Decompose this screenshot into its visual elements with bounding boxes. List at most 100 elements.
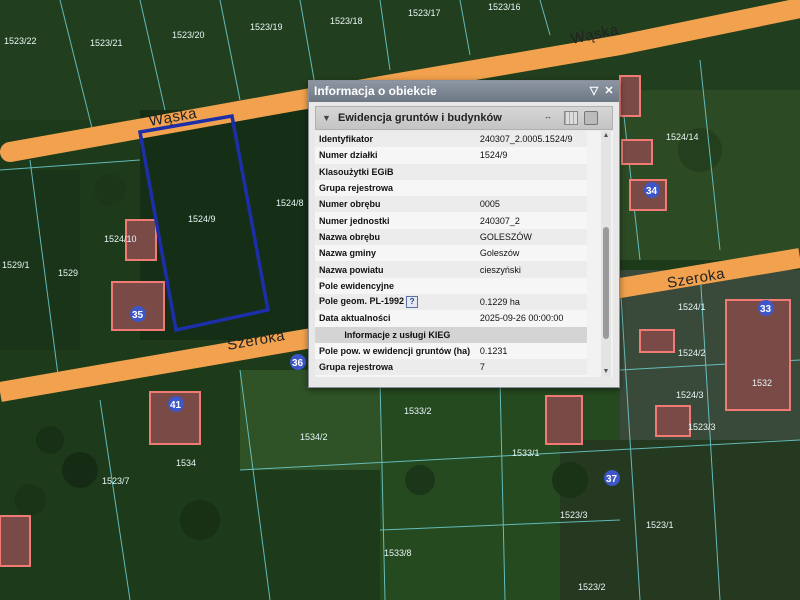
table-row: Numer działki 1524/9 [315, 147, 587, 164]
attribute-key: Grupa rejestrowa [315, 359, 476, 376]
building [639, 329, 675, 353]
close-icon[interactable]: ✕ [602, 81, 616, 102]
parcel-label: 1529/1 [2, 260, 30, 270]
parcel-label: 1523/22 [4, 36, 37, 46]
parcel-label: 1532 [752, 378, 772, 388]
info-window-title: Informacja o obiekcie [314, 84, 437, 98]
table-row: Numer obrębu 0005 [315, 196, 587, 213]
parcel-label: 1523/18 [330, 16, 363, 26]
table-view-icon[interactable] [564, 111, 578, 125]
parcel-label: 1523/20 [172, 30, 205, 40]
parcel-label: 1534 [176, 458, 196, 468]
parcel-label: 1524/8 [276, 198, 304, 208]
attribute-key: Pole geom. PL-1992? [315, 293, 476, 311]
attribute-value: GOLESZÓW [475, 228, 587, 246]
house-number: 37 [606, 474, 618, 485]
attribute-value: 7 [475, 359, 587, 376]
attribute-list[interactable]: Identyfikator 240307_2.0005.1524/9 Numer d… [315, 131, 613, 377]
table-row: Grupa rejestrowa 7 [315, 359, 587, 376]
attribute-value: 1524/9 [475, 147, 587, 164]
parcel-label: 1524/9 [188, 214, 216, 224]
scroll-down-icon[interactable]: ▼ [601, 367, 611, 377]
attribute-key: Numer jednostki [315, 212, 476, 229]
table-row: Nazwa gminy Goleszów [315, 245, 587, 262]
parcel-label: 1523/2 [578, 582, 606, 592]
scroll-up-icon[interactable]: ▲ [601, 131, 611, 141]
table-row: Oznaczenie konturuRIIIa [315, 375, 587, 377]
expand-icon[interactable]: ↔ [544, 111, 560, 123]
parcel-label: 1523/21 [90, 38, 123, 48]
parcel-label: 1523/7 [102, 476, 130, 486]
building [655, 405, 691, 437]
parcel-label: 1524/10 [104, 234, 137, 244]
table-row: Informacje z usługi KIEG [315, 326, 587, 343]
house-number: 35 [132, 310, 144, 321]
section-header[interactable]: ▼ Ewidencja gruntów i budynków ↔ [315, 106, 613, 130]
parcel-label: 1523/16 [488, 2, 521, 12]
house-number: 41 [170, 400, 182, 411]
table-row: Nazwa powiatu cieszyński [315, 261, 587, 278]
info-window-titlebar[interactable]: Informacja o obiekcie ▽ ✕ [309, 81, 619, 102]
table-row: Pole geom. PL-1992? 0.1229 ha [315, 293, 587, 311]
attribute-key: Informacje z usługi KIEG [315, 326, 476, 343]
attribute-value [475, 326, 587, 343]
attribute-key: Numer działki [315, 147, 476, 164]
table-row: Data aktualności 2025-09-26 00:00:00 [315, 310, 587, 327]
table-row: Identyfikator 240307_2.0005.1524/9 [315, 131, 587, 148]
attribute-key: Data aktualności [315, 310, 476, 327]
attribute-key: Klasoużytki EGiB [315, 163, 476, 180]
building [621, 139, 653, 165]
scrollbar-thumb[interactable] [603, 227, 609, 339]
parcel-label: 1523/17 [408, 8, 441, 18]
table-row: Nazwa obrębu GOLESZÓW [315, 228, 587, 246]
parcel-label: 1523/1 [646, 520, 674, 530]
attribute-key: Identyfikator [315, 131, 476, 148]
parcel-label: 1524/1 [678, 302, 706, 312]
attribute-value [475, 277, 587, 294]
building [545, 395, 583, 445]
parcel-label: 1529 [58, 268, 78, 278]
attribute-value: 240307_2 [475, 212, 587, 229]
house-number: 36 [292, 358, 304, 369]
parcel-label: 1533/1 [512, 448, 540, 458]
parcel-label: 1524/14 [666, 132, 699, 142]
attribute-value: 0.1229 ha [475, 293, 587, 311]
attribute-key: Grupa rejestrowa [315, 179, 476, 197]
attribute-value: 0.1231 [475, 342, 587, 360]
section-title: Ewidencja gruntów i budynków [338, 112, 502, 124]
parcel-label: 1524/2 [678, 348, 706, 358]
attribute-value [475, 179, 587, 197]
table-row: Klasoużytki EGiB [315, 163, 587, 180]
parcel-label: 1523/3 [560, 510, 588, 520]
help-icon[interactable]: ? [406, 296, 419, 309]
attribute-value: 240307_2.0005.1524/9 [475, 131, 587, 148]
parcel-label: 1523/19 [250, 22, 283, 32]
attribute-key: Pole pow. w ewidencji gruntów (ha) [315, 342, 476, 360]
attribute-value: 2025-09-26 00:00:00 [475, 310, 587, 327]
parcel-label: 1534/2 [300, 432, 328, 442]
collapse-icon[interactable]: ▽ [587, 81, 601, 102]
attribute-key: Nazwa obrębu [315, 228, 476, 246]
building [0, 515, 31, 567]
attribute-key: Nazwa gminy [315, 245, 476, 262]
print-icon[interactable] [584, 111, 598, 125]
attribute-value [475, 163, 587, 180]
building [725, 299, 791, 411]
house-number: 33 [760, 304, 772, 315]
attribute-table: Identyfikator 240307_2.0005.1524/9 Numer d… [315, 131, 587, 377]
table-row: Numer jednostki 240307_2 [315, 212, 587, 229]
parcel-label: 1533/8 [384, 548, 412, 558]
attribute-value: Goleszów [475, 245, 587, 262]
scrollbar[interactable]: ▲ ▼ [601, 131, 611, 377]
table-row: Pole ewidencyjne [315, 277, 587, 294]
attribute-value: RIIIa [475, 375, 587, 377]
attribute-key: Nazwa powiatu [315, 261, 476, 278]
attribute-key: Pole ewidencyjne [315, 277, 476, 294]
chevron-down-icon[interactable]: ▼ [322, 107, 331, 129]
parcel-label: 1523/3 [688, 422, 716, 432]
parcel-label: 1524/3 [676, 390, 704, 400]
table-row: Pole pow. w ewidencji gruntów (ha) 0.1231 [315, 342, 587, 360]
attribute-key: Numer obrębu [315, 196, 476, 213]
info-window[interactable]: Informacja o obiekcie ▽ ✕ ▼ Ewidencja gr… [308, 80, 620, 388]
attribute-key: Oznaczenie konturu [315, 375, 476, 377]
